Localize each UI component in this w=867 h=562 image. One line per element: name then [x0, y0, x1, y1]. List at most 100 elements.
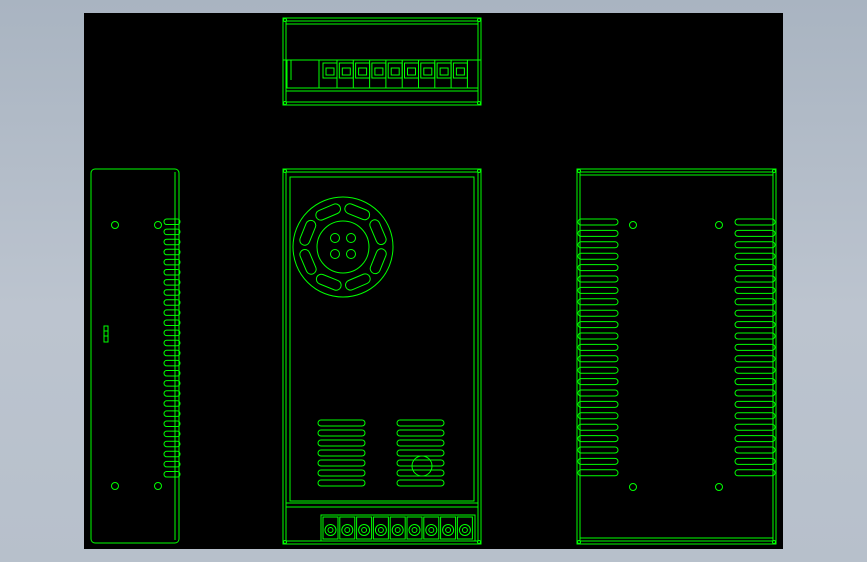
front-view-vent-slot — [317, 479, 366, 487]
top-view-inner-outline — [285, 20, 479, 103]
right-view-cooling-fin — [734, 309, 776, 317]
left-view-mount-hole — [111, 482, 119, 490]
right-view-cooling-fin — [577, 321, 619, 329]
front-view-terminal-screw-head — [327, 527, 334, 533]
front-view-terminal-screw — [324, 524, 337, 536]
left-view-cooling-fin — [163, 370, 181, 377]
top-view-corner-mark — [283, 18, 287, 22]
right-view-cooling-fin — [577, 400, 619, 408]
right-view-cooling-fin — [734, 298, 776, 306]
right-view-inner-outline — [579, 171, 774, 542]
front-view-vent-slot — [317, 419, 366, 427]
left-view-cooling-fin — [163, 430, 181, 438]
front-view-terminal-screw-head — [377, 527, 384, 533]
right-view-cooling-fin — [734, 412, 776, 420]
right-view-cooling-fin — [577, 298, 619, 306]
right-view-cooling-fin — [577, 435, 619, 443]
cad-viewport[interactable] — [84, 13, 783, 549]
left-view-cooling-fin — [163, 319, 181, 326]
front-view-vent-slot — [396, 419, 445, 427]
front-view-terminal-screw — [458, 524, 471, 536]
top-view-terminal — [436, 62, 452, 79]
front-view-terminal-screw-head — [461, 527, 468, 533]
right-view-mount-hole — [715, 221, 723, 229]
right-view-mount-hole — [715, 483, 723, 491]
left-view-cooling-fin — [163, 289, 181, 296]
front-view-terminal-screw — [341, 524, 354, 536]
right-view-cooling-fin — [734, 355, 776, 363]
front-view-fan-hub-hole — [346, 233, 356, 243]
left-view-mount-hole — [154, 482, 162, 490]
right-view-cooling-fin — [577, 366, 619, 374]
front-view-terminal-screw-head — [394, 527, 401, 533]
left-view-cooling-fin — [163, 299, 181, 306]
top-view-terminal — [420, 62, 436, 79]
front-view-fan-inner-ring — [316, 220, 370, 274]
front-view-terminal-screw-head — [411, 527, 418, 533]
front-view-vent-slot — [317, 439, 366, 447]
front-view-fan-slot — [315, 203, 342, 221]
front-view-terminal-screw — [374, 524, 387, 536]
front-view-vent-slot — [317, 429, 366, 437]
top-view-end-block — [286, 59, 320, 89]
top-view[interactable] — [282, 17, 482, 106]
top-view-terminal-screw — [325, 67, 335, 76]
left-view-cooling-fin — [163, 339, 181, 347]
right-view-cooling-fin — [734, 275, 776, 283]
right-view-cooling-fin — [577, 457, 619, 465]
right-view-corner-mark — [577, 169, 581, 173]
right-view-cooling-fin — [577, 309, 619, 317]
front-view-fan-slot — [344, 203, 371, 221]
left-view-cooling-fin — [163, 228, 181, 236]
front-view-vent-slot — [396, 439, 445, 447]
right-view-cooling-fin — [577, 355, 619, 363]
right-view-cooling-fin — [577, 423, 619, 431]
right-view-cooling-fin — [577, 218, 619, 226]
front-view-fan-slot — [299, 248, 317, 275]
front-view-fan-hub-hole — [330, 249, 340, 259]
front-view[interactable] — [282, 168, 482, 545]
left-view-cooling-fin — [163, 269, 181, 276]
right-view-cooling-fin — [734, 469, 776, 477]
top-view-terminal — [338, 62, 354, 79]
right-view-cooling-fin — [577, 286, 619, 294]
right-view-cooling-fin — [734, 321, 776, 329]
left-view-cooling-fin — [163, 380, 181, 387]
left-view-cooling-fin — [163, 440, 181, 448]
left-view-cooling-fin — [163, 218, 181, 225]
top-view-terminal-screw — [341, 67, 351, 76]
left-view-cooling-fin — [163, 329, 181, 337]
right-view-cooling-fin — [734, 457, 776, 465]
top-view-corner-mark — [477, 101, 481, 105]
top-view-terminal — [452, 62, 468, 79]
left-view-cooling-fin — [163, 450, 181, 458]
front-view-inner-outline — [285, 171, 479, 542]
left-view-cooling-fin — [163, 258, 181, 266]
right-side-view[interactable] — [576, 168, 777, 545]
front-view-vent-slot — [317, 469, 366, 477]
top-view-terminal-screw — [407, 67, 416, 76]
right-view-cooling-fin — [577, 389, 619, 397]
right-view-cooling-fin — [734, 264, 776, 272]
right-view-cooling-fin — [577, 252, 619, 260]
right-view-mount-hole — [629, 221, 637, 229]
top-view-terminal — [387, 62, 403, 79]
front-view-vent-slot — [396, 479, 445, 487]
front-view-vent-slot — [396, 429, 445, 437]
right-view-mount-hole — [629, 483, 637, 491]
right-view-cooling-fin — [577, 229, 619, 237]
top-view-terminal — [322, 62, 338, 79]
front-view-vent-slot — [396, 469, 445, 477]
front-view-terminal-screw — [442, 524, 455, 536]
front-view-terminal-screw-head — [428, 527, 435, 533]
left-view-mount-hole — [111, 221, 119, 229]
right-view-cooling-fin — [734, 332, 776, 340]
left-side-view[interactable] — [90, 168, 181, 544]
right-view-cooling-fin — [734, 400, 776, 408]
left-view-mount-hole — [154, 221, 162, 229]
right-view-cooling-fin — [734, 286, 776, 294]
top-view-terminal-screw — [374, 67, 384, 76]
front-view-outline — [282, 168, 482, 545]
front-view-terminal-screw — [425, 524, 438, 536]
front-view-corner-mark — [477, 540, 481, 544]
